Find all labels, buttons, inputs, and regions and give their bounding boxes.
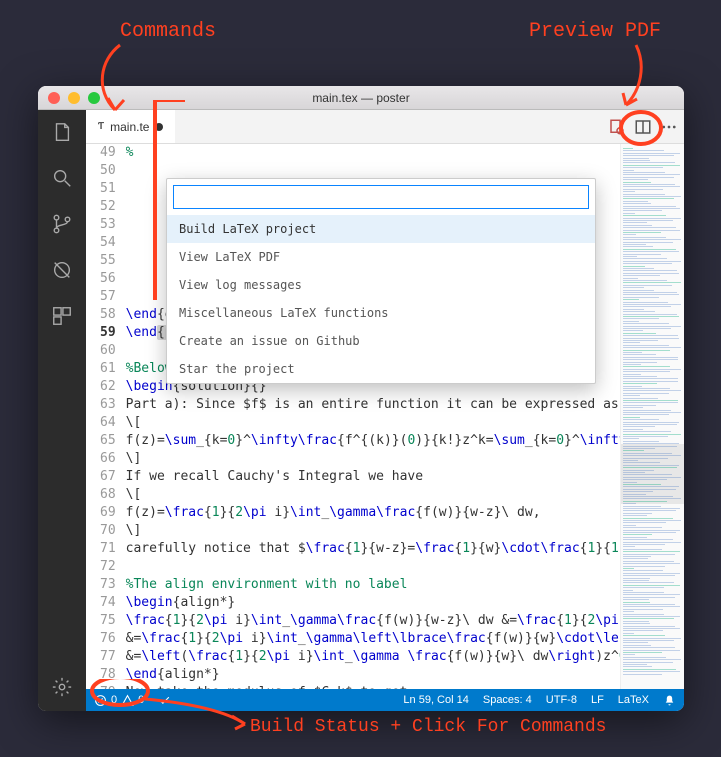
build-status-check[interactable] [158,694,171,707]
line-number-gutter: 49 50 51 52 53 54 55 56 57 58 59 60 61 6… [86,144,126,689]
tab-bar: Ƭ main.te [86,110,684,144]
annotation-preview: Preview PDF [529,20,661,43]
warning-icon [121,694,134,707]
palette-item[interactable]: View LaTeX PDF [167,243,595,271]
annotation-commands: Commands [120,20,216,43]
git-branch-icon[interactable] [50,212,74,236]
tab-label: main.te [110,120,149,134]
bell-icon[interactable] [663,694,676,707]
activity-bar [38,110,86,711]
palette-item[interactable]: View log messages [167,271,595,299]
status-encoding[interactable]: UTF-8 [546,694,577,706]
palette-item[interactable]: Build LaTeX project [167,215,595,243]
editor[interactable]: 49 50 51 52 53 54 55 56 57 58 59 60 61 6… [86,144,620,689]
more-icon[interactable] [660,118,678,136]
titlebar[interactable]: main.tex — poster [38,86,684,110]
tab-main-tex[interactable]: Ƭ main.te [86,110,175,143]
command-palette: Build LaTeX projectView LaTeX PDFView lo… [166,178,596,384]
dirty-indicator-icon [155,123,163,131]
palette-item[interactable]: Miscellaneous LaTeX functions [167,299,595,327]
status-language[interactable]: LaTeX [618,694,649,706]
vscode-window: main.tex — poster Ƭ main.te [38,86,684,711]
minimap[interactable] [620,144,684,689]
split-editor-icon[interactable] [634,118,652,136]
palette-item[interactable]: Star the project [167,355,595,383]
status-problems[interactable]: 0 0 [94,694,144,707]
annotation-build-status: Build Status + Click For Commands [250,717,606,737]
tex-file-icon: Ƭ [98,121,104,132]
palette-item[interactable]: Create an issue on Github [167,327,595,355]
window-title: main.tex — poster [38,91,684,105]
files-icon[interactable] [50,120,74,144]
status-cursor-position[interactable]: Ln 59, Col 14 [403,694,468,706]
error-icon [94,694,107,707]
command-palette-input[interactable] [173,185,589,209]
preview-pdf-icon[interactable] [608,118,626,136]
status-bar: 0 0 Ln 59, Col 14 Spaces: 4 UTF-8 LF LaT… [86,689,684,711]
checkmark-icon [158,694,171,707]
status-errors: 0 [111,694,117,706]
bug-icon[interactable] [50,258,74,282]
gear-icon[interactable] [50,675,74,699]
status-eol[interactable]: LF [591,694,604,706]
status-indentation[interactable]: Spaces: 4 [483,694,532,706]
status-warnings: 0 [138,694,144,706]
search-icon[interactable] [50,166,74,190]
extensions-icon[interactable] [50,304,74,328]
